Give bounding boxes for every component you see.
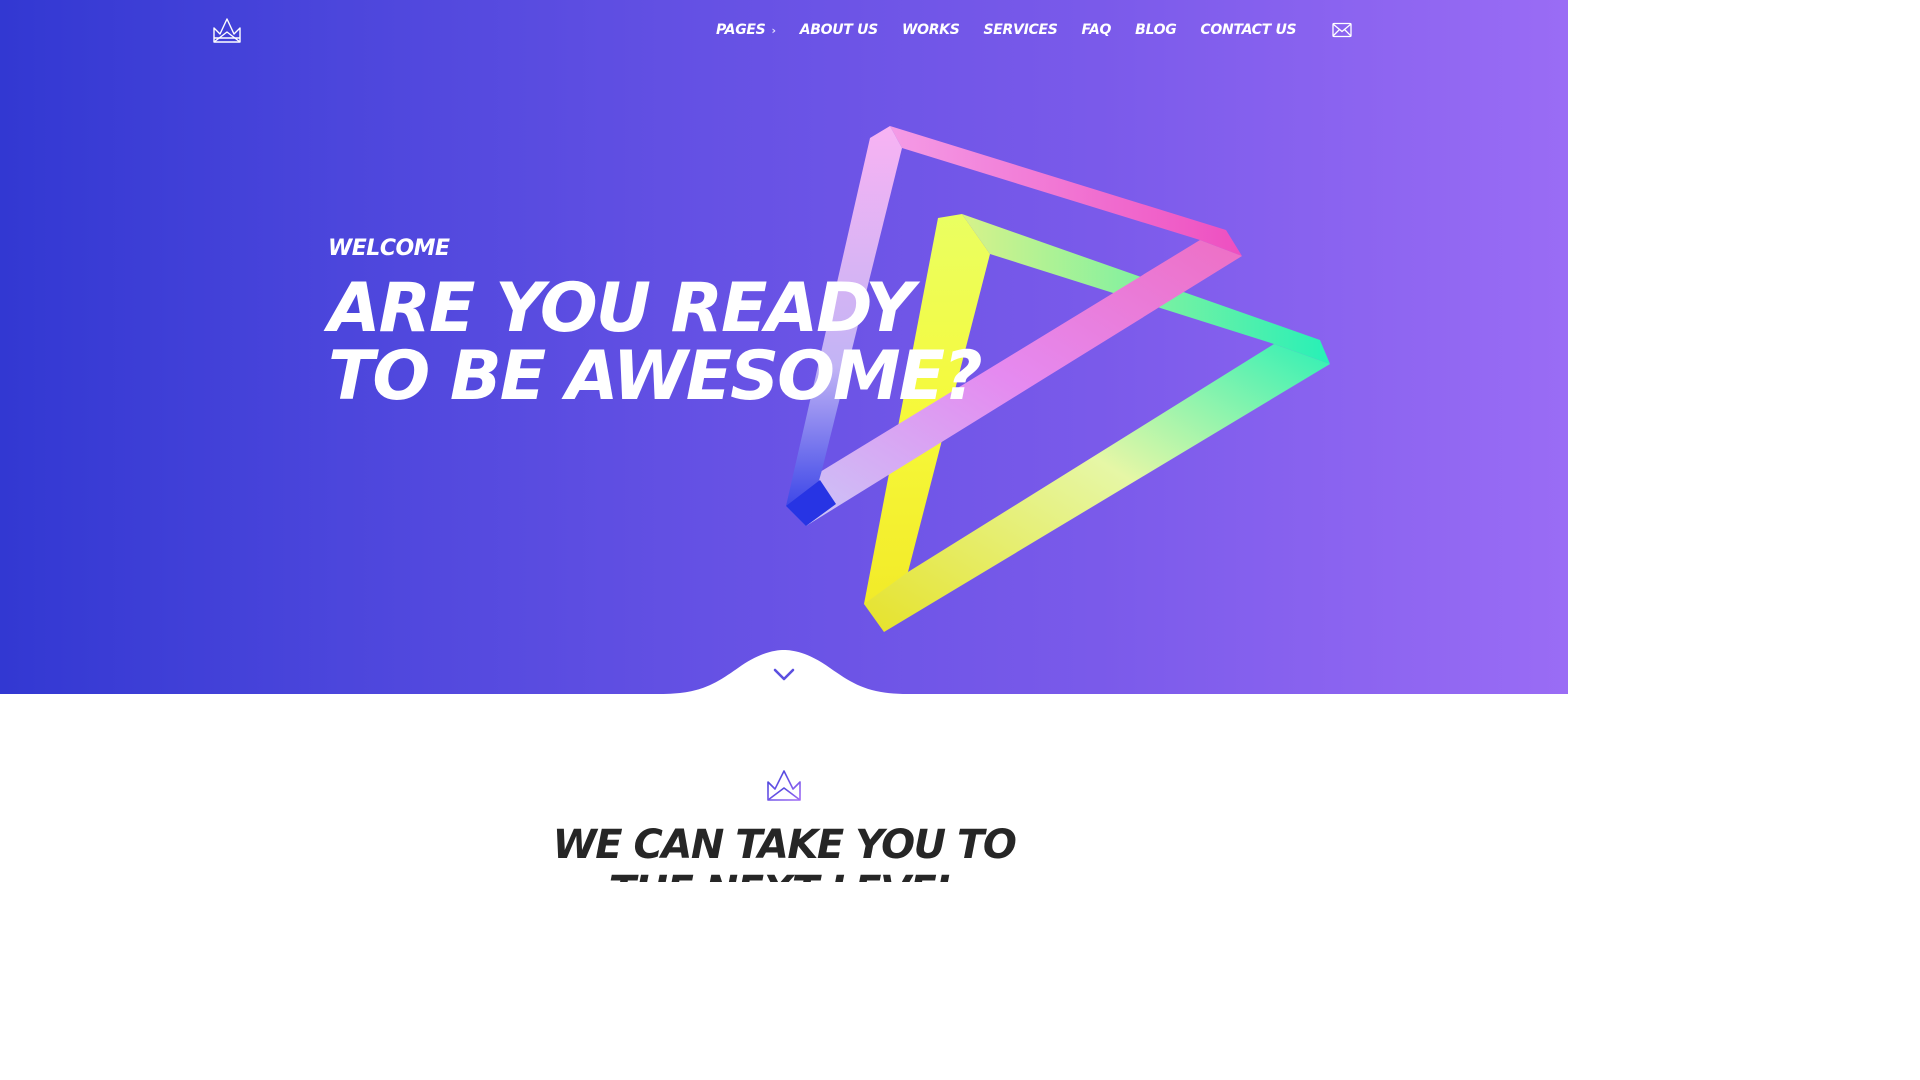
- chevron-down-icon[interactable]: [764, 660, 804, 690]
- page: PAGES › ABOUT US WORKS SERVICES FAQ BLOG…: [0, 0, 1568, 882]
- hero-eyebrow: WELCOME: [328, 236, 450, 261]
- main-nav: PAGES › ABOUT US WORKS SERVICES FAQ BLOG…: [716, 22, 1297, 38]
- hero-headline: ARE YOU READY TO BE AWESOME?: [328, 269, 983, 416]
- hero-text: WELCOME ARE YOU READY TO BE AWESOME?: [328, 236, 983, 416]
- nav-item-works[interactable]: WORKS: [902, 22, 960, 38]
- nav-item-contact-us[interactable]: CONTACT US: [1200, 22, 1296, 38]
- hero-headline-line2: TO BE AWESOME?: [328, 337, 983, 416]
- hero-headline-line1: ARE YOU READY: [328, 269, 914, 348]
- nav-item-blog[interactable]: BLOG: [1135, 22, 1177, 38]
- envelope-icon[interactable]: [1332, 22, 1352, 38]
- intro-title-line1: WE CAN TAKE YOU TO: [552, 822, 1017, 868]
- nav-item-services[interactable]: SERVICES: [984, 22, 1058, 38]
- intro-section: WE CAN TAKE YOU TO THE NEXT LEVEL: [0, 694, 1568, 882]
- nav-item-faq[interactable]: FAQ: [1082, 22, 1112, 38]
- crown-icon: [764, 766, 804, 806]
- chevron-right-icon: ›: [771, 23, 776, 37]
- crown-logo-icon[interactable]: [210, 14, 244, 48]
- nav-item-label: PAGES: [716, 22, 766, 38]
- intro-title-line2: THE NEXT LEVEL: [0, 868, 1568, 882]
- intro-title: WE CAN TAKE YOU TO THE NEXT LEVEL: [0, 822, 1568, 882]
- hero-section: PAGES › ABOUT US WORKS SERVICES FAQ BLOG…: [0, 0, 1568, 694]
- nav-item-about-us[interactable]: ABOUT US: [800, 22, 879, 38]
- nav-item-pages[interactable]: PAGES ›: [716, 22, 776, 38]
